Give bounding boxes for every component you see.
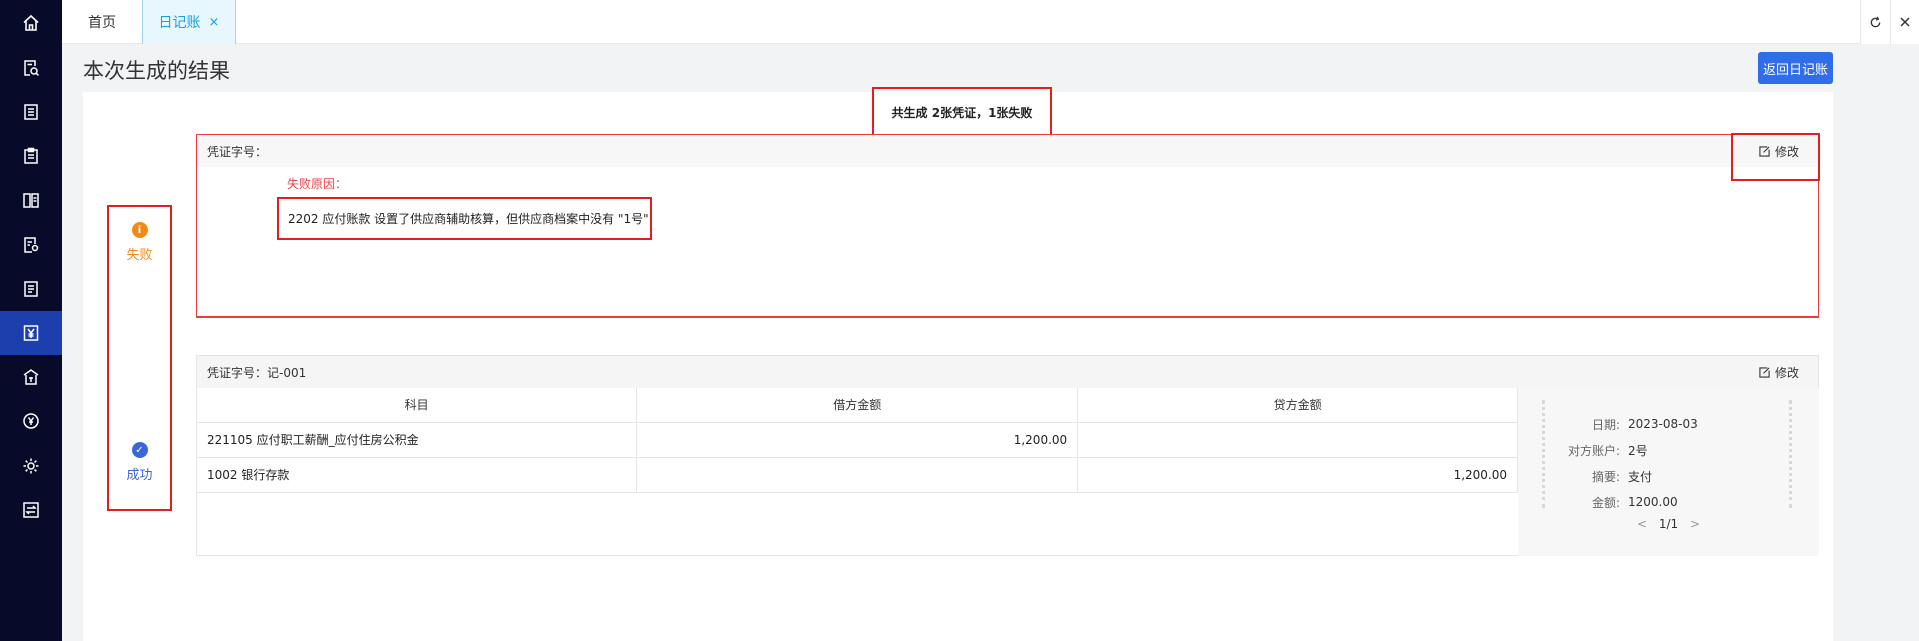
sidebar-item-ledger[interactable] bbox=[0, 267, 62, 311]
transfer-icon bbox=[23, 502, 39, 518]
tab-journal-label: 日记账 bbox=[158, 15, 201, 31]
sidebar-item-clipboard[interactable] bbox=[0, 134, 62, 178]
edit-icon bbox=[1759, 366, 1770, 378]
info-row-memo: 摘要: 支付 bbox=[1545, 463, 1795, 489]
yen-document-icon bbox=[23, 325, 39, 341]
book-icon bbox=[23, 193, 39, 208]
page-title: 本次生成的结果 bbox=[83, 59, 230, 83]
voucher-number-label: 凭证字号：记-001 bbox=[207, 365, 307, 380]
voucher-success-header: 凭证字号：记-001 bbox=[197, 356, 1818, 388]
info-row-amount: 金额: 1200.00 bbox=[1545, 489, 1795, 515]
close-icon bbox=[1900, 17, 1910, 27]
cell-subject: 1002 银行存款 bbox=[197, 457, 638, 493]
pager-next-button[interactable]: > bbox=[1690, 517, 1700, 531]
ledger-icon bbox=[24, 281, 38, 297]
pager-text: 1/1 bbox=[1658, 517, 1679, 531]
sidebar-item-journal[interactable] bbox=[0, 311, 62, 355]
fail-reason-text: 2202 应付账款 设置了供应商辅助核算，但供应商档案中没有 "1号" bbox=[277, 197, 652, 240]
sidebar-item-bank[interactable] bbox=[0, 355, 62, 399]
sidebar-item-list[interactable] bbox=[0, 90, 62, 134]
voucher-success-card: 凭证字号：记-001 修改 科目 借方金额 贷方金额 221105 应付职工薪酬… bbox=[196, 355, 1819, 556]
status-fail[interactable]: i 失败 bbox=[109, 222, 170, 263]
edit-label: 修改 bbox=[1775, 365, 1800, 380]
tab-journal[interactable]: 日记账 × bbox=[142, 0, 236, 44]
voucher-number-label: 凭证字号： bbox=[207, 144, 268, 159]
check-icon: ✓ bbox=[131, 442, 148, 458]
voucher-entries-table: 科目 借方金额 贷方金额 221105 应付职工薪酬_应付住房公积金 1,200… bbox=[197, 388, 1518, 493]
sidebar bbox=[0, 0, 62, 641]
sidebar-item-home[interactable] bbox=[0, 1, 62, 45]
cell-credit: 1,200.00 bbox=[1077, 457, 1518, 493]
gear-icon bbox=[23, 458, 39, 474]
status-fail-label: 失败 bbox=[126, 248, 153, 263]
list-document-icon bbox=[24, 104, 38, 120]
status-success-label: 成功 bbox=[126, 468, 153, 483]
refresh-icon bbox=[1870, 16, 1881, 27]
refresh-button[interactable] bbox=[1860, 0, 1890, 44]
cell-debit bbox=[636, 457, 1079, 493]
cell-subject: 221105 应付职工薪酬_应付住房公积金 bbox=[197, 422, 638, 458]
info-value: 2023-08-03 bbox=[1628, 417, 1698, 431]
info-value: 2号 bbox=[1628, 443, 1648, 458]
info-row-date: 日期: 2023-08-03 bbox=[1545, 411, 1795, 437]
fail-reason-label: 失败原因： bbox=[287, 177, 348, 191]
document-settings-icon bbox=[24, 237, 39, 253]
close-icon[interactable]: × bbox=[209, 15, 220, 30]
pager-prev-button[interactable]: < bbox=[1637, 517, 1647, 531]
bank-icon bbox=[23, 369, 39, 385]
info-value: 支付 bbox=[1628, 469, 1653, 484]
edit-button[interactable]: 修改 bbox=[1759, 356, 1799, 388]
sidebar-item-yen[interactable] bbox=[0, 399, 62, 443]
voucher-failed-card: 凭证字号： 修改 失败原因： 2202 应付账款 设置了供应商辅助核算，但供应商… bbox=[196, 134, 1819, 318]
clipboard-icon bbox=[24, 147, 38, 164]
table-row: 221105 应付职工薪酬_应付住房公积金 1,200.00 bbox=[197, 422, 1518, 458]
tab-home[interactable]: 首页 bbox=[62, 0, 142, 44]
table-row: 1002 银行存款 1,200.00 bbox=[197, 457, 1518, 493]
sidebar-item-doc-settings[interactable] bbox=[0, 223, 62, 267]
column-header-credit: 贷方金额 bbox=[1077, 388, 1518, 423]
table-header-row: 科目 借方金额 贷方金额 bbox=[197, 388, 1518, 423]
info-value: 1200.00 bbox=[1628, 495, 1678, 509]
voucher-failed-header: 凭证字号： bbox=[197, 135, 1818, 167]
info-row-account: 对方账户: 2号 bbox=[1545, 437, 1795, 463]
column-header-subject: 科目 bbox=[197, 388, 638, 423]
info-label: 金额: bbox=[1591, 495, 1620, 510]
pagination: < 1/1 > bbox=[1518, 517, 1819, 531]
sidebar-item-search-doc[interactable] bbox=[0, 46, 62, 90]
yen-circle-icon bbox=[23, 413, 39, 429]
column-header-debit: 借方金额 bbox=[636, 388, 1079, 423]
tab-home-label: 首页 bbox=[88, 15, 116, 31]
result-summary: 共生成 2张凭证，1张失败 bbox=[872, 87, 1052, 137]
document-search-icon bbox=[24, 60, 40, 77]
info-label: 日期: bbox=[1591, 417, 1620, 432]
edit-highlight bbox=[1731, 133, 1820, 181]
status-success[interactable]: ✓ 成功 bbox=[109, 442, 170, 483]
back-to-journal-button[interactable]: 返回日记账 bbox=[1758, 52, 1833, 84]
info-label: 摘要: bbox=[1591, 469, 1620, 484]
close-all-button[interactable] bbox=[1890, 0, 1919, 44]
home-icon bbox=[23, 14, 39, 31]
info-icon: i bbox=[131, 222, 148, 238]
sidebar-item-book[interactable] bbox=[0, 178, 62, 222]
info-label: 对方账户: bbox=[1567, 443, 1620, 458]
status-column: i 失败 ✓ 成功 bbox=[107, 205, 172, 511]
cell-credit bbox=[1077, 422, 1518, 458]
journal-info-column: 日期: 2023-08-03 对方账户: 2号 摘要: 支付 金额: 1200.… bbox=[1518, 388, 1819, 556]
sidebar-item-settings[interactable] bbox=[0, 444, 62, 488]
journal-info-card: 日期: 2023-08-03 对方账户: 2号 摘要: 支付 金额: 1200.… bbox=[1542, 400, 1795, 510]
sidebar-item-transfer[interactable] bbox=[0, 488, 62, 532]
cell-debit: 1,200.00 bbox=[636, 422, 1079, 458]
tab-bar: 首页 日记账 × bbox=[62, 0, 1919, 44]
